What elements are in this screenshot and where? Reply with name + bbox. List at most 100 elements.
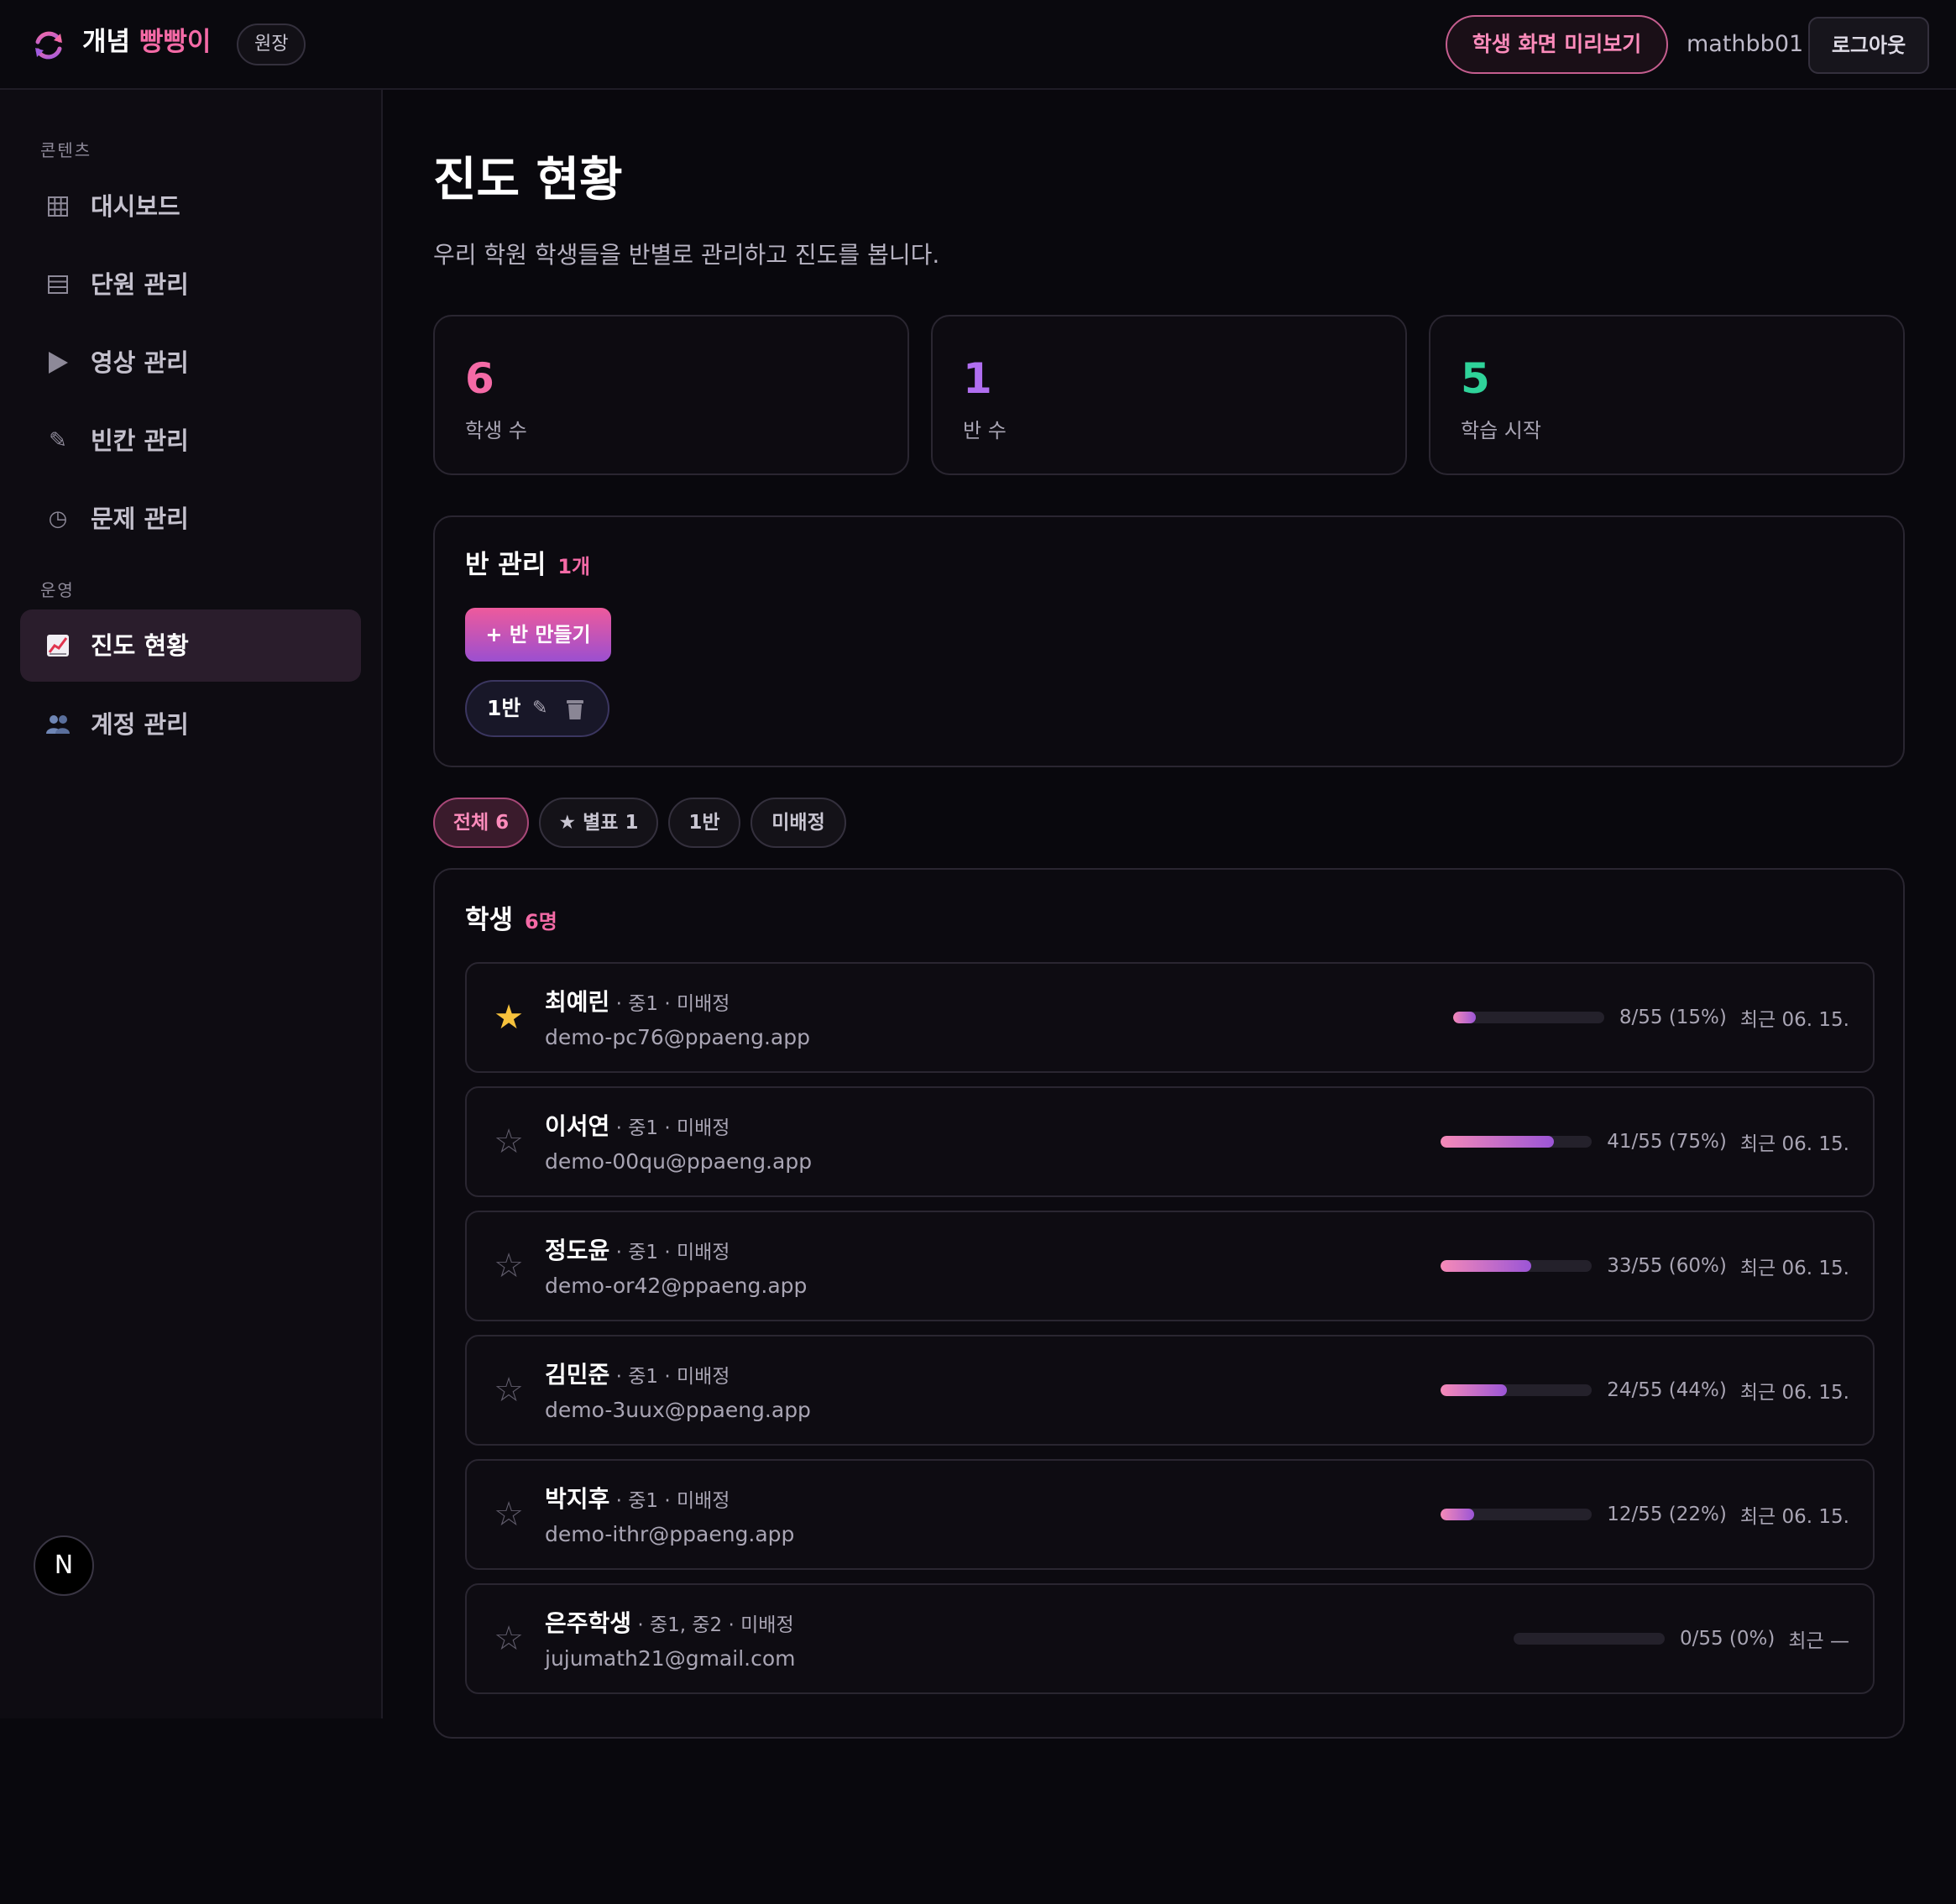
class-chip[interactable]: 1반 ✎ <box>465 680 609 737</box>
recent-activity: 최근 06. 15. <box>1739 1258 1849 1279</box>
brand-main: 개념 <box>82 27 139 57</box>
student-row[interactable]: ☆ 김민준 · 중1 · 미배정 demo-3uux@ppaeng.app 24/55… <box>465 1335 1875 1446</box>
star-filled-icon[interactable]: ★ <box>492 997 526 1038</box>
logout-button[interactable]: 로그아웃 <box>1808 17 1929 74</box>
username: mathbb01 <box>1687 31 1804 57</box>
progress-bar-track <box>1441 1509 1593 1520</box>
student-row[interactable]: ☆ 은주학생 · 중1, 중2 · 미배정 jujumath21@gmail.com… <box>465 1583 1875 1694</box>
sidebar-item-label: 빈칸 관리 <box>91 426 189 455</box>
recent-activity: 최근 06. 15. <box>1739 1506 1849 1528</box>
sidebar: 콘텐츠 대시보드 단원 관리 영상 관리 ✎ 빈칸 관리 ◷ 문제 관리 운영 … <box>0 90 383 1718</box>
student-name[interactable]: 최예린 <box>545 988 609 1016</box>
sidebar-item-label: 문제 관리 <box>91 505 189 533</box>
filter-class-1[interactable]: 1반 <box>668 798 740 848</box>
recent-activity: 최근 — <box>1788 1630 1849 1652</box>
student-row[interactable]: ☆ 정도윤 · 중1 · 미배정 demo-or42@ppaeng.app 33/55… <box>465 1211 1875 1321</box>
student-title-line: 은주학생 · 중1, 중2 · 미배정 <box>545 1607 794 1644</box>
recent-activity: 최근 06. 15. <box>1739 1382 1849 1404</box>
sidebar-section-content: 콘텐츠 <box>40 140 92 160</box>
student-meta: · 중1 · 미배정 <box>609 1242 730 1263</box>
progress-bar-track <box>1452 1012 1604 1023</box>
progress-bar-track <box>1441 1384 1593 1396</box>
filter-starred[interactable]: ★ 별표 1 <box>539 798 658 848</box>
progress-bar-fill <box>1452 1012 1476 1023</box>
student-title-line: 박지후 · 중1 · 미배정 <box>545 1483 730 1520</box>
progress-bar-track <box>1513 1633 1665 1645</box>
sidebar-item-label: 진도 현황 <box>91 631 189 660</box>
student-preview-button[interactable]: 학생 화면 미리보기 <box>1446 15 1668 74</box>
sidebar-section-ops: 운영 <box>40 580 75 600</box>
progress-bar-fill <box>1441 1384 1508 1396</box>
page-title: 진도 현황 <box>433 153 623 207</box>
class-chip-name: 1반 <box>487 696 521 720</box>
students-panel: 학생 6명 ★ 최예린 · 중1 · 미배정 demo-pc76@ppaeng.app… <box>433 868 1905 1739</box>
progress-text: 24/55 (44%) <box>1607 1379 1727 1401</box>
list-icon <box>44 270 72 299</box>
student-row[interactable]: ☆ 이서연 · 중1 · 미배정 demo-00qu@ppaeng.app 41/55… <box>465 1086 1875 1197</box>
student-title-line: 정도윤 · 중1 · 미배정 <box>545 1234 730 1271</box>
student-name[interactable]: 은주학생 <box>545 1609 631 1637</box>
student-progress: 12/55 (22%) 최근 06. 15. <box>1441 1461 1849 1568</box>
star-outline-icon[interactable]: ☆ <box>492 1122 526 1162</box>
star-outline-icon[interactable]: ☆ <box>492 1246 526 1286</box>
stat-card-started: 5 학습 시작 <box>1429 315 1905 475</box>
clock-icon: ◷ <box>48 506 68 531</box>
student-meta: · 중1 · 미배정 <box>609 993 730 1015</box>
student-email: demo-00qu@ppaeng.app <box>545 1149 813 1174</box>
pencil-icon: ✎ <box>49 428 67 453</box>
progress-bar-fill <box>1441 1260 1532 1272</box>
student-progress: 41/55 (75%) 최근 06. 15. <box>1441 1088 1849 1195</box>
top-bar: 개념 빵빵이 원장 학생 화면 미리보기 mathbb01 로그아웃 <box>0 0 1956 90</box>
sidebar-item-units[interactable]: 단원 관리 <box>20 248 361 321</box>
student-count-badge: 6명 <box>525 910 557 934</box>
student-progress: 24/55 (44%) 최근 06. 15. <box>1441 1336 1849 1444</box>
stat-value: 5 <box>1461 354 1490 403</box>
refresh-logo-icon <box>35 31 62 60</box>
progress-text: 33/55 (60%) <box>1607 1255 1727 1277</box>
page-subtitle: 우리 학원 학생들을 반별로 관리하고 진도를 봅니다. <box>433 241 940 269</box>
stat-label: 학습 시작 <box>1461 419 1541 442</box>
filter-all[interactable]: 전체 6 <box>433 798 529 848</box>
student-row[interactable]: ★ 최예린 · 중1 · 미배정 demo-pc76@ppaeng.app 8/55 … <box>465 962 1875 1073</box>
create-class-button[interactable]: + 반 만들기 <box>465 608 611 662</box>
sidebar-item-blanks[interactable]: ✎ 빈칸 관리 <box>20 405 361 477</box>
progress-bar-track <box>1441 1260 1593 1272</box>
dev-indicator-badge[interactable]: N <box>34 1535 94 1596</box>
student-name[interactable]: 정도윤 <box>545 1237 609 1264</box>
student-title-line: 이서연 · 중1 · 미배정 <box>545 1110 730 1147</box>
filter-unassigned[interactable]: 미배정 <box>750 798 846 848</box>
student-title-line: 김민준 · 중1 · 미배정 <box>545 1358 730 1395</box>
progress-text: 8/55 (15%) <box>1619 1007 1727 1028</box>
pencil-icon[interactable]: ✎ <box>532 682 547 735</box>
sidebar-item-accounts[interactable]: 계정 관리 <box>20 688 361 761</box>
brand-name[interactable]: 개념 빵빵이 <box>82 24 211 60</box>
sidebar-item-videos[interactable]: 영상 관리 <box>20 327 361 399</box>
student-name[interactable]: 박지후 <box>545 1485 609 1513</box>
student-row[interactable]: ☆ 박지후 · 중1 · 미배정 demo-ithr@ppaeng.app 12/55… <box>465 1459 1875 1570</box>
sidebar-item-dashboard[interactable]: 대시보드 <box>20 170 361 243</box>
sidebar-item-problems[interactable]: ◷ 문제 관리 <box>20 483 361 555</box>
sidebar-item-label: 대시보드 <box>91 192 180 221</box>
student-progress: 0/55 (0%) 최근 — <box>1513 1585 1849 1692</box>
star-outline-icon[interactable]: ☆ <box>492 1619 526 1659</box>
student-meta: · 중1 · 미배정 <box>609 1366 730 1388</box>
student-meta: · 중1, 중2 · 미배정 <box>631 1614 794 1636</box>
class-count-badge: 1개 <box>557 555 591 578</box>
class-panel-title-text: 반 관리 <box>465 550 547 580</box>
recent-activity: 최근 06. 15. <box>1739 1133 1849 1155</box>
sidebar-item-progress[interactable]: 진도 현황 <box>20 609 361 682</box>
student-name[interactable]: 이서연 <box>545 1112 609 1140</box>
stat-value: 1 <box>963 354 992 403</box>
student-email: demo-ithr@ppaeng.app <box>545 1522 795 1546</box>
class-panel-title: 반 관리 1개 <box>465 547 590 585</box>
student-meta: · 중1 · 미배정 <box>609 1117 730 1139</box>
student-name[interactable]: 김민준 <box>545 1361 609 1389</box>
star-outline-icon[interactable]: ☆ <box>492 1494 526 1535</box>
student-email: demo-or42@ppaeng.app <box>545 1274 808 1298</box>
student-email: demo-3uux@ppaeng.app <box>545 1398 811 1422</box>
trash-icon[interactable] <box>566 698 584 720</box>
stat-card-classes: 1 반 수 <box>931 315 1407 475</box>
users-icon <box>44 710 72 739</box>
star-outline-icon[interactable]: ☆ <box>492 1370 526 1410</box>
stat-card-students: 6 학생 수 <box>433 315 909 475</box>
